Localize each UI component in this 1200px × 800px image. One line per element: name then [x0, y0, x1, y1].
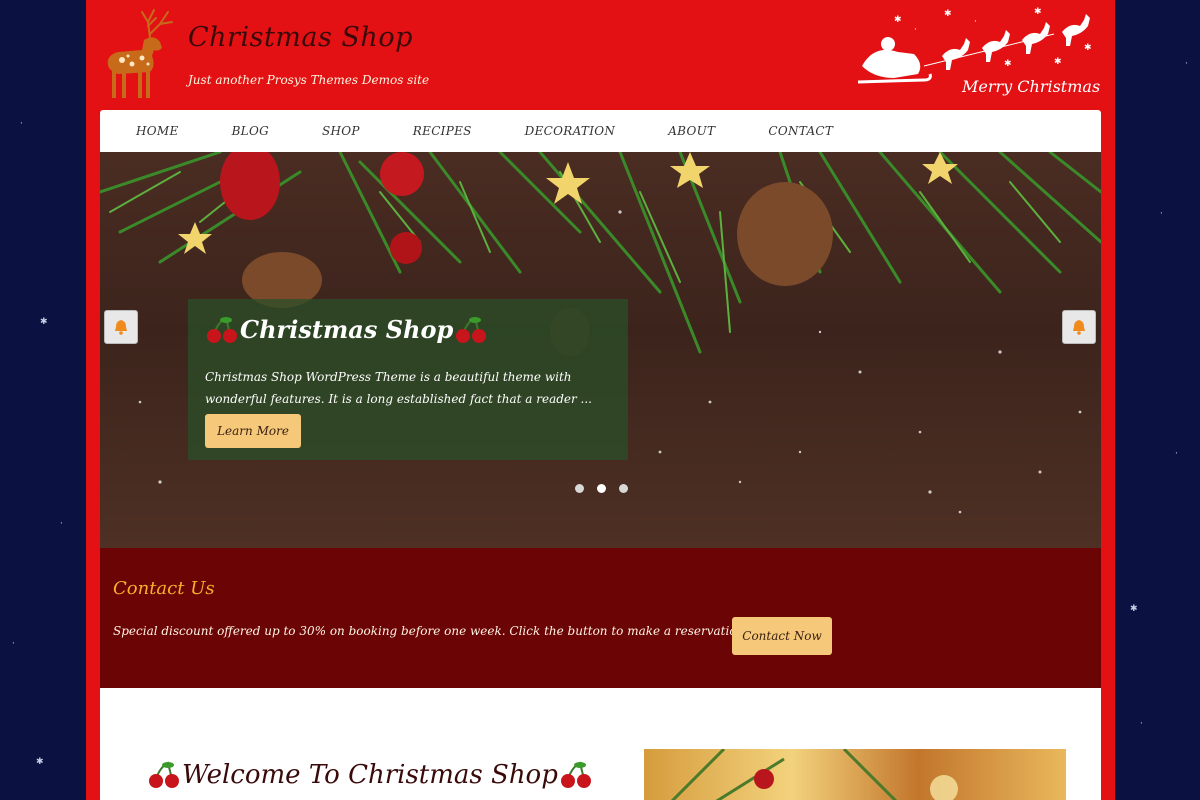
bell-icon — [115, 320, 127, 335]
star-icon: · — [60, 519, 63, 529]
nav-item-shop[interactable]: SHOP — [322, 124, 360, 138]
cherry-icon — [560, 761, 591, 788]
learn-more-button[interactable]: Learn More — [205, 414, 301, 448]
nav-item-decoration[interactable]: DECORATION — [525, 124, 616, 138]
reindeer-logo-icon[interactable] — [98, 4, 180, 102]
cherry-icon — [207, 316, 237, 343]
contact-now-button[interactable]: Contact Now — [732, 617, 832, 655]
welcome-title: Welcome To Christmas Shop — [182, 760, 558, 790]
svg-text:·: · — [974, 17, 977, 27]
contact-title: Contact Us — [113, 578, 215, 599]
slide-description: Christmas Shop WordPress Theme is a beau… — [205, 370, 592, 406]
svg-text:·: · — [914, 25, 917, 35]
site-tagline: Just another Prosys Themes Demos site — [188, 73, 430, 87]
star-icon: · — [20, 119, 23, 129]
star-icon: · — [1140, 719, 1143, 729]
slide-caption: Christmas Shop Christmas Shop WordPress … — [188, 299, 628, 460]
nav-item-contact[interactable]: CONTACT — [768, 124, 833, 138]
contact-section: Contact Us Special discount offered up t… — [100, 548, 1101, 688]
cherry-icon — [149, 761, 179, 788]
contact-text: Special discount offered up to 30% on bo… — [113, 624, 749, 638]
site-title[interactable]: Christmas Shop — [188, 22, 413, 53]
star-icon: ✱ — [40, 317, 48, 327]
slide-title: Christmas Shop — [240, 315, 454, 344]
welcome-section: Welcome To Christmas Shop — [100, 688, 1101, 800]
svg-text:✱: ✱ — [1084, 43, 1092, 53]
main-navigation: HOME BLOG SHOP RECIPES DECORATION ABOUT … — [100, 110, 1101, 152]
hero-slider: Christmas Shop Christmas Shop WordPress … — [100, 152, 1101, 548]
slider-pagination — [575, 484, 628, 493]
nav-item-blog[interactable]: BLOG — [232, 124, 269, 138]
ornament-photo — [670, 749, 958, 800]
svg-text:✱: ✱ — [1054, 57, 1062, 67]
welcome-title-row: Welcome To Christmas Shop — [146, 760, 594, 790]
nav-item-recipes[interactable]: RECIPES — [413, 124, 472, 138]
star-icon: ✱ — [1130, 604, 1138, 614]
svg-text:✱: ✱ — [1004, 59, 1012, 69]
merry-christmas-text: Merry Christmas — [962, 77, 1101, 96]
slider-dot-active[interactable] — [597, 484, 606, 493]
star-icon: · — [1160, 209, 1163, 219]
cherry-icon — [456, 316, 487, 343]
nav-item-home[interactable]: HOME — [136, 124, 179, 138]
slider-prev-button[interactable] — [104, 310, 138, 344]
nav-item-about[interactable]: ABOUT — [668, 124, 715, 138]
star-icon: ✱ — [36, 757, 44, 767]
star-icon: · — [1175, 449, 1178, 459]
slider-dot[interactable] — [619, 484, 628, 493]
svg-text:✱: ✱ — [944, 9, 952, 19]
svg-text:✱: ✱ — [894, 15, 902, 25]
welcome-image — [644, 749, 1066, 800]
slide-title-row: Christmas Shop — [204, 315, 489, 344]
site-header: Christmas Shop Just another Prosys Theme… — [86, 0, 1115, 110]
svg-text:✱: ✱ — [1034, 7, 1042, 17]
slider-next-button[interactable] — [1062, 310, 1096, 344]
star-icon: · — [12, 639, 15, 649]
page-frame: Christmas Shop Just another Prosys Theme… — [86, 0, 1115, 800]
bell-icon — [1073, 320, 1085, 335]
slider-dot[interactable] — [575, 484, 584, 493]
star-icon: · — [1185, 59, 1188, 69]
